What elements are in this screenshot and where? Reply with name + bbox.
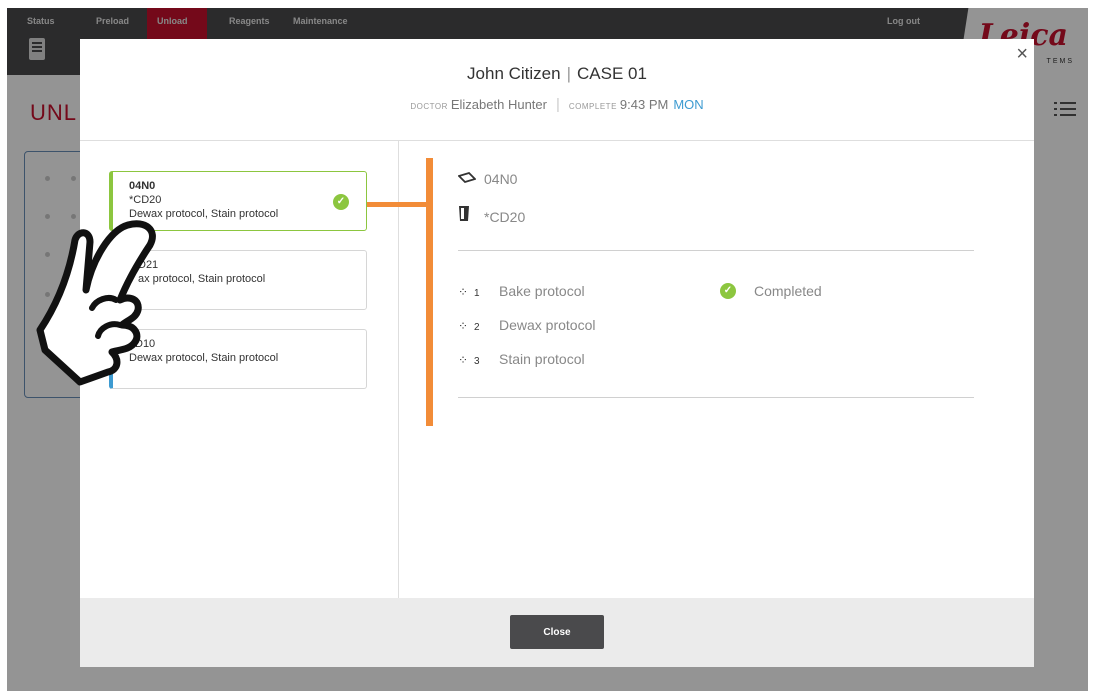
header-separator: | <box>555 96 560 113</box>
protocol-name: Dewax protocol <box>499 317 596 333</box>
protocol-row: ⁘ 3 Stain protocol <box>458 351 585 367</box>
slide-list-pane: 04N0 *CD20 Dewax protocol, Stain protoco… <box>80 140 399 598</box>
slide-protocols: Dewax protocol, Stain protocol <box>129 352 279 364</box>
slide-marker: D21 <box>138 259 159 271</box>
dialog-header: × John Citizen | CASE 01 doctor Elizabeth H… <box>80 39 1034 141</box>
close-icon[interactable]: × <box>1016 43 1028 66</box>
protocol-row: ⁘ 1 Bake protocol <box>458 283 585 299</box>
protocol-dots-icon: ⁘ <box>458 353 468 367</box>
slide-icon <box>457 171 484 187</box>
protocol-dots-icon: ⁘ <box>458 285 468 299</box>
protocol-number: 3 <box>474 356 480 367</box>
check-circle-icon: ✓ <box>720 283 736 300</box>
protocol-dots-icon: ⁘ <box>458 319 468 333</box>
selection-bar <box>426 158 433 426</box>
detail-divider <box>458 397 974 398</box>
complete-caption: complete <box>568 102 617 111</box>
selection-connector <box>367 202 427 207</box>
slide-id: 04N0 <box>129 180 156 192</box>
dialog-footer: Close <box>80 598 1034 667</box>
complete-time: 9:43 PM <box>619 97 669 112</box>
reagent-vial-icon <box>458 204 484 225</box>
slide-detail-pane: 04N0 *CD20 ⁘ 1 Bake protocol ✓ Completed ⁘ 2… <box>457 140 1034 598</box>
complete-day: MON <box>673 97 704 112</box>
doctor-caption: doctor <box>410 102 448 111</box>
doctor-complete-line: doctor Elizabeth Hunter | complete 9:43 PM MO… <box>80 96 1034 113</box>
detail-divider <box>458 250 974 251</box>
protocol-status-label: Completed <box>754 283 822 299</box>
header-separator: | <box>566 64 572 83</box>
protocol-number: 1 <box>474 288 480 299</box>
check-circle-icon: ✓ <box>333 194 349 210</box>
slide-card[interactable]: D21 ax protocol, Stain protocol <box>109 250 367 310</box>
slide-card[interactable]: 04N0 *CD20 Dewax protocol, Stain protoco… <box>109 171 367 231</box>
protocol-name: Bake protocol <box>499 283 585 299</box>
close-button[interactable]: Close <box>510 615 604 649</box>
protocol-name: Stain protocol <box>499 351 585 367</box>
detail-marker-row: *CD20 <box>458 204 525 225</box>
slide-protocols: Dewax protocol, Stain protocol <box>129 208 279 220</box>
patient-case-line: John Citizen | CASE 01 <box>80 64 1034 84</box>
doctor-name: Elizabeth Hunter <box>450 97 547 112</box>
slide-card[interactable]: D10 Dewax protocol, Stain protocol <box>109 329 367 389</box>
case-detail-dialog: × John Citizen | CASE 01 doctor Elizabeth H… <box>80 39 1034 667</box>
slide-protocols: ax protocol, Stain protocol <box>138 273 266 285</box>
detail-slide-id: 04N0 <box>484 171 518 187</box>
slide-marker: *CD20 <box>129 194 162 206</box>
patient-name: John Citizen <box>467 64 561 83</box>
slide-marker: D10 <box>135 338 156 350</box>
protocol-row: ⁘ 2 Dewax protocol <box>458 317 596 333</box>
protocol-status: ✓ Completed <box>720 283 822 300</box>
detail-marker: *CD20 <box>484 209 526 225</box>
detail-slide-row: 04N0 <box>457 171 518 187</box>
case-label: CASE 01 <box>577 64 647 83</box>
protocol-number: 2 <box>474 322 480 333</box>
